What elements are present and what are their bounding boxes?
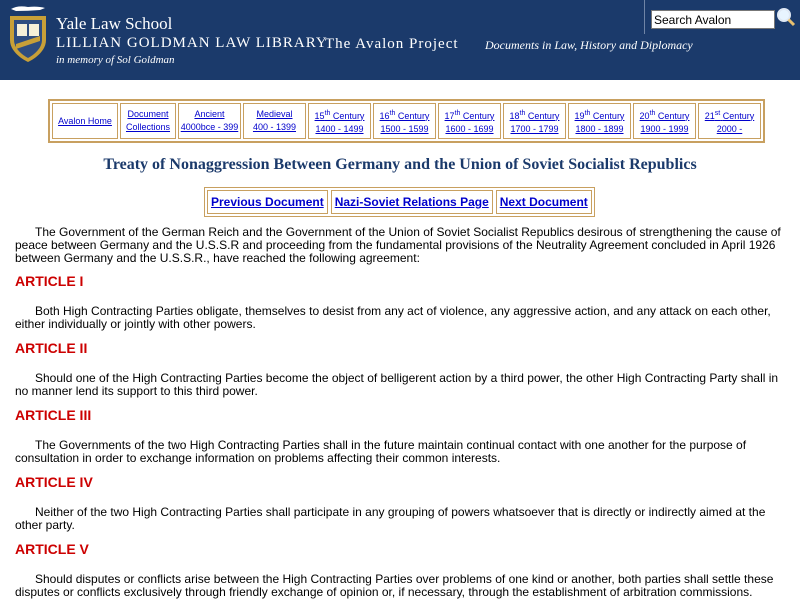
- nav-item-4[interactable]: 15th Century 1400 - 1499: [308, 103, 371, 139]
- nav-item-date-range: 1900 - 1999: [640, 123, 689, 134]
- nav-item-century-number: 17: [444, 110, 455, 121]
- nav-item-7[interactable]: 18th Century 1700 - 1799: [503, 103, 566, 139]
- previous-document-link[interactable]: Previous Document: [207, 190, 328, 214]
- nav-item-century-number: 16: [379, 110, 390, 121]
- nav-item-date-range: 1800 - 1899: [575, 123, 624, 134]
- nazi-soviet-relations-link[interactable]: Nazi-Soviet Relations Page: [330, 190, 493, 214]
- nav-item-century-word: Century: [332, 110, 365, 121]
- nav-item-ordinal-suffix: th: [324, 109, 331, 117]
- nav-item-ordinal-suffix: th: [519, 109, 526, 117]
- nav-item-century-word: Century: [657, 110, 690, 121]
- nav-item-ordinal-suffix: th: [454, 109, 461, 117]
- nav-item-label: Avalon Home: [58, 115, 112, 126]
- nav-item-1[interactable]: Document Collections: [120, 103, 176, 139]
- article-heading: ARTICLE V: [15, 541, 89, 557]
- search-input[interactable]: [651, 10, 775, 29]
- nav-item-2[interactable]: Ancient 4000bce - 399: [178, 103, 241, 139]
- article-text: Neither of the two High Contracting Part…: [15, 505, 766, 532]
- nav-item-century-word: Century: [397, 110, 430, 121]
- crocodile-logo-icon: [11, 6, 45, 11]
- nav-item-ordinal-suffix: th: [389, 109, 396, 117]
- site-header: Yale Law School Lillian Goldman Law Libr…: [0, 0, 800, 80]
- nav-item-9[interactable]: 20th Century 1900 - 1999: [633, 103, 696, 139]
- nav-item-label: Medieval: [256, 109, 293, 119]
- nav-item-sublabel: 400 - 1399: [252, 122, 297, 132]
- nav-item-8[interactable]: 19th Century 1800 - 1899: [568, 103, 631, 139]
- article-heading: ARTICLE I: [15, 273, 84, 289]
- avalon-project-subtitle: Documents in Law, History and Diplomacy: [485, 38, 693, 52]
- nav-item-ordinal-suffix: st: [714, 109, 721, 117]
- nav-item-century-number: 15: [314, 110, 325, 121]
- article-text: Should disputes or conflicts arise betwe…: [15, 572, 774, 599]
- article-heading: ARTICLE IV: [15, 474, 93, 490]
- nav-item-century-word: Century: [592, 110, 625, 121]
- document-body: The Government of the German Reich and t…: [15, 225, 785, 599]
- century-navigation: Avalon Home Document Collections Ancient 400…: [48, 99, 765, 143]
- page-title: Treaty of Nonaggression Between Germany …: [103, 156, 697, 173]
- next-document-link[interactable]: Next Document: [495, 190, 592, 214]
- article-heading: ARTICLE II: [15, 340, 88, 356]
- nav-item-date-range: 1500 - 1599: [380, 123, 429, 134]
- nav-item-century-word: Century: [722, 110, 755, 121]
- article-text: Should one of the High Contracting Parti…: [15, 371, 779, 398]
- nav-item-ordinal-suffix: th: [584, 109, 591, 117]
- nav-item-sublabel: 4000bce - 399: [180, 122, 239, 132]
- school-name[interactable]: Yale Law School: [56, 14, 172, 34]
- header-divider: [644, 0, 645, 34]
- nav-item-label: Document: [127, 109, 169, 119]
- nav-item-century-number: 19: [574, 110, 585, 121]
- document-navigation: Previous Document Nazi-Soviet Relations …: [204, 187, 595, 217]
- search-icon[interactable]: [776, 7, 796, 27]
- library-name[interactable]: Lillian Goldman Law Library: [56, 35, 328, 52]
- yale-shield-logo[interactable]: [8, 14, 48, 64]
- nav-item-ordinal-suffix: th: [649, 109, 656, 117]
- nav-item-century-number: 18: [509, 110, 520, 121]
- nav-item-0[interactable]: Avalon Home: [52, 103, 118, 139]
- nav-item-5[interactable]: 16th Century 1500 - 1599: [373, 103, 436, 139]
- nav-item-3[interactable]: Medieval 400 - 1399: [243, 103, 306, 139]
- nav-item-date-range: 1700 - 1799: [510, 123, 559, 134]
- nav-item-century-number: 21: [704, 110, 715, 121]
- nav-item-century-word: Century: [462, 110, 495, 121]
- article-text: The Governments of the two High Contract…: [15, 438, 747, 465]
- nav-item-10[interactable]: 21st Century 2000 -: [698, 103, 761, 139]
- nav-item-date-range: 1600 - 1699: [445, 123, 494, 134]
- nav-item-date-range: 1400 - 1499: [315, 123, 364, 134]
- nav-item-label: Ancient: [194, 109, 225, 119]
- article-heading: ARTICLE III: [15, 407, 92, 423]
- article-text: Both High Contracting Parties obligate, …: [15, 304, 771, 331]
- nav-item-6[interactable]: 17th Century 1600 - 1699: [438, 103, 501, 139]
- avalon-project-title[interactable]: The Avalon Project: [325, 36, 459, 53]
- nav-item-sublabel: Collections: [125, 122, 171, 132]
- nav-item-date-range: 2000 -: [716, 123, 743, 134]
- intro-paragraph: The Government of the German Reich and t…: [15, 225, 781, 265]
- nav-item-century-number: 20: [639, 110, 650, 121]
- nav-item-century-word: Century: [527, 110, 560, 121]
- memorial-line: in memory of Sol Goldman: [56, 54, 175, 66]
